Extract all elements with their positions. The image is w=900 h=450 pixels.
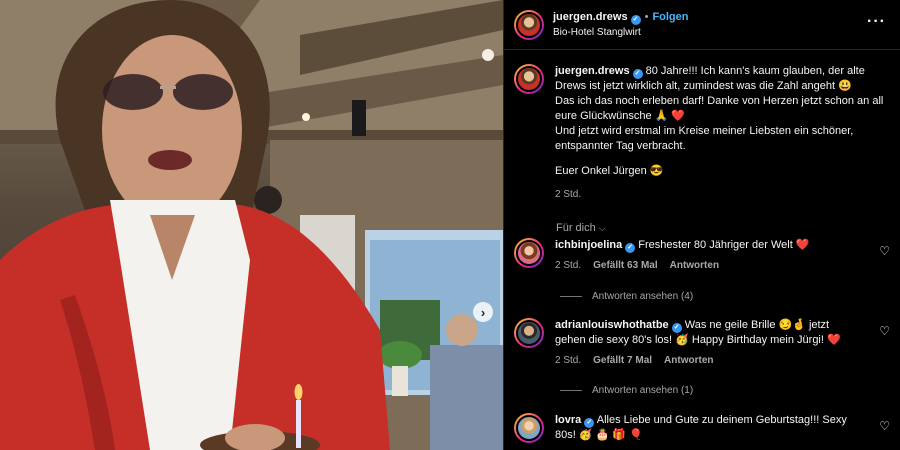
- post-side-panel: juergen.drews ✓ • Folgen Bio-Hotel Stanglwi…: [503, 0, 900, 450]
- comment-likes[interactable]: Gefällt 63 Mal: [593, 260, 657, 271]
- comment-likes[interactable]: Gefällt 7 Mal: [593, 355, 652, 366]
- heart-icon[interactable]: ♡: [879, 324, 890, 338]
- caption-username[interactable]: juergen.drews: [555, 65, 630, 77]
- view-replies-button[interactable]: Antworten ansehen (1): [560, 385, 693, 396]
- heart-icon[interactable]: ♡: [879, 419, 890, 433]
- view-replies-label: Antworten ansehen (4): [592, 291, 694, 302]
- ceiling-light: [482, 49, 494, 61]
- pendant-lamp: [352, 100, 366, 136]
- next-photo-button[interactable]: ›: [473, 302, 493, 322]
- verified-badge-icon: ✓: [632, 69, 643, 79]
- reply-button[interactable]: Antworten: [670, 260, 719, 271]
- verified-badge-icon: ✓: [625, 243, 636, 253]
- caption-text-4: Euer Onkel Jürgen 😎: [555, 165, 664, 177]
- comment-time: 2 Std.: [555, 355, 582, 366]
- comment-text: Alles Liebe und Gute zu deinem Geburtsta…: [555, 414, 847, 441]
- comment-time: 2 Std.: [555, 260, 582, 271]
- instagram-post-view: › juergen.drews ✓ • Folgen Bio-Hotel Stangl…: [0, 0, 900, 450]
- comment-text: Freshester 80 Jähriger der Welt ❤️: [638, 239, 810, 251]
- post-timestamp: 2 Std.: [555, 189, 582, 200]
- reply-button[interactable]: Antworten: [664, 355, 713, 366]
- avatar[interactable]: [514, 9, 544, 40]
- verified-badge-icon: ✓: [671, 323, 682, 333]
- post-photo[interactable]: ›: [0, 0, 503, 450]
- comment-username[interactable]: adrianlouiswhothatbe: [555, 319, 669, 331]
- location-link[interactable]: Bio-Hotel Stanglwirt: [553, 25, 689, 40]
- post-header: juergen.drews ✓ • Folgen Bio-Hotel Stanglwi…: [504, 0, 900, 50]
- comment-avatar[interactable]: [514, 238, 544, 268]
- comment-username[interactable]: lovra: [555, 414, 581, 426]
- verified-badge-icon: ✓: [584, 418, 595, 428]
- comment-item: adrianlouiswhothatbe ✓ Was ne geile Brill…: [514, 318, 894, 368]
- comment-item: lovra ✓ Alles Liebe und Gute zu deinem Ge…: [514, 413, 894, 443]
- for-you-filter[interactable]: Für dich ⌵: [556, 222, 900, 234]
- author-username[interactable]: juergen.drews: [553, 11, 628, 23]
- comment-item: ichbinjoelina ✓ Freshester 80 Jähriger de…: [514, 238, 894, 273]
- photo-illustration: [0, 0, 503, 450]
- caption-text-2: Das ich das noch erleben darf! Danke von…: [555, 95, 884, 122]
- caption-avatar[interactable]: [514, 64, 544, 94]
- view-replies-button[interactable]: Antworten ansehen (4): [560, 291, 693, 302]
- candle-flame: [294, 384, 303, 400]
- candle: [296, 400, 301, 448]
- caption-text-3: Und jetzt wird erstmal im Kreise meiner …: [555, 125, 854, 152]
- comment-username[interactable]: ichbinjoelina: [555, 239, 622, 251]
- heart-icon[interactable]: ♡: [879, 244, 890, 258]
- post-caption: juergen.drews ✓ 80 Jahre!!! Ich kann's ka…: [504, 50, 900, 202]
- comment-avatar[interactable]: [514, 413, 544, 443]
- for-you-label: Für dich: [556, 222, 596, 234]
- follow-button[interactable]: Folgen: [652, 11, 688, 23]
- view-replies-label: Antworten ansehen (1): [592, 385, 694, 396]
- face: [102, 35, 242, 225]
- chevron-down-icon: ⌵: [598, 223, 606, 233]
- more-options-icon[interactable]: ···: [867, 13, 886, 31]
- chevron-right-icon: ›: [480, 304, 486, 320]
- separator-dot: •: [644, 10, 649, 23]
- comment-avatar[interactable]: [514, 318, 544, 348]
- verified-badge-icon: ✓: [630, 14, 641, 25]
